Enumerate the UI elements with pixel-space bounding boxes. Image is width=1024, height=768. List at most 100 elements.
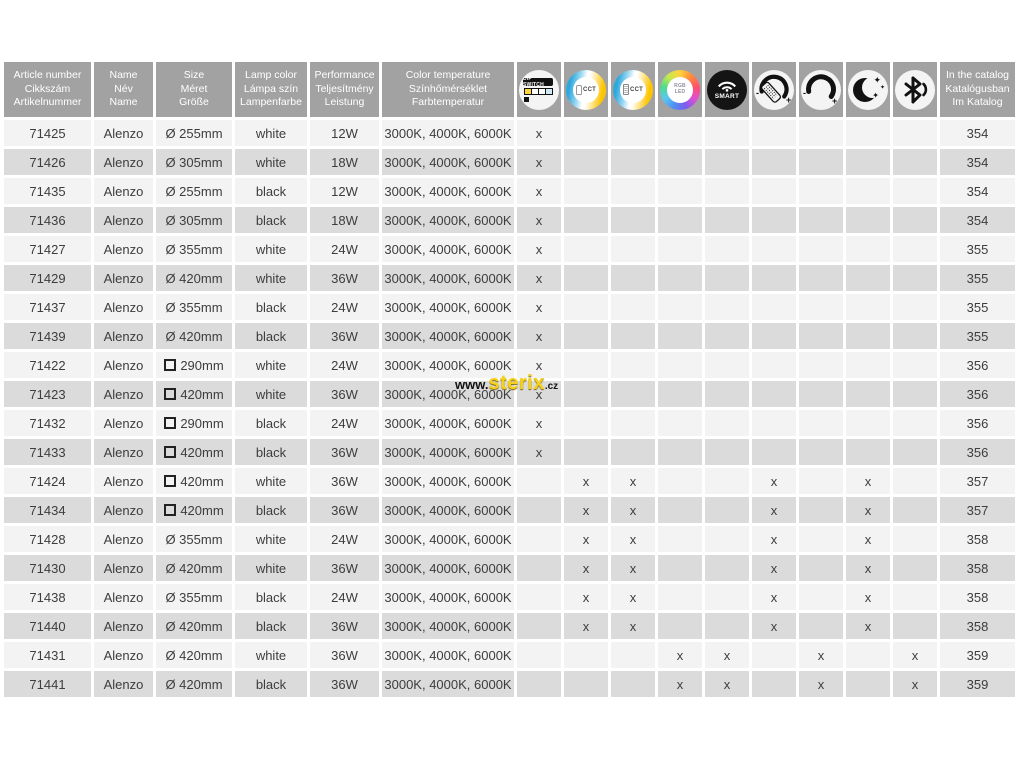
cell-feature-mark: x <box>799 671 843 697</box>
svg-text:+: + <box>832 96 837 106</box>
cell-feature-mark <box>799 120 843 146</box>
cell-lamp-color: black <box>235 497 307 523</box>
cell-feature-mark <box>658 236 702 262</box>
cell-feature-mark <box>658 120 702 146</box>
cell-feature-mark <box>705 497 749 523</box>
col-header-dimmer: - + <box>799 62 843 117</box>
cell-feature-mark <box>658 410 702 436</box>
cell-catalog-page: 354 <box>940 207 1015 233</box>
cell-feature-mark <box>846 265 890 291</box>
cell-feature-mark <box>705 149 749 175</box>
square-shape-icon <box>164 446 176 458</box>
cell-catalog-page: 355 <box>940 236 1015 262</box>
cell-size: Ø 420mm <box>156 642 232 668</box>
cell-feature-mark <box>611 236 655 262</box>
cell-feature-mark <box>799 294 843 320</box>
cell-feature-mark <box>752 671 796 697</box>
svg-text:-: - <box>803 88 806 98</box>
cell-feature-mark: x <box>846 555 890 581</box>
col-header-rgb-led: RGB LED <box>658 62 702 117</box>
cell-performance: 36W <box>310 555 379 581</box>
cell-feature-mark <box>893 439 937 465</box>
cell-article-number: 71430 <box>4 555 91 581</box>
col-header-cct-remote: CCT <box>611 62 655 117</box>
cell-feature-mark <box>658 381 702 407</box>
cell-lamp-color: white <box>235 236 307 262</box>
cell-feature-mark: x <box>893 671 937 697</box>
cell-article-number: 71435 <box>4 178 91 204</box>
cell-performance: 36W <box>310 323 379 349</box>
cct-bulb-icon: CCT <box>566 70 606 110</box>
cell-feature-mark <box>846 352 890 378</box>
cell-color-temperature: 3000K, 4000K, 6000K <box>382 497 514 523</box>
cell-catalog-page: 358 <box>940 555 1015 581</box>
cell-catalog-page: 357 <box>940 468 1015 494</box>
cell-feature-mark <box>752 265 796 291</box>
cell-feature-mark <box>517 671 561 697</box>
cell-lamp-color: white <box>235 265 307 291</box>
bulb-glyph <box>576 85 582 95</box>
cell-feature-mark <box>799 265 843 291</box>
cell-feature-mark: x <box>846 497 890 523</box>
cell-feature-mark <box>846 178 890 204</box>
cell-performance: 24W <box>310 526 379 552</box>
col-header-size: Size Méret Größe <box>156 62 232 117</box>
cell-size: Ø 355mm <box>156 236 232 262</box>
cell-feature-mark <box>846 323 890 349</box>
cell-feature-mark: x <box>799 642 843 668</box>
cell-performance: 36W <box>310 468 379 494</box>
cell-article-number: 71426 <box>4 149 91 175</box>
cell-catalog-page: 354 <box>940 178 1015 204</box>
cell-performance: 18W <box>310 207 379 233</box>
cell-feature-mark <box>517 526 561 552</box>
cell-catalog-page: 355 <box>940 323 1015 349</box>
square-shape-icon <box>164 359 176 371</box>
cell-name: Alenzo <box>94 410 153 436</box>
cell-feature-mark <box>611 410 655 436</box>
cell-feature-mark <box>564 207 608 233</box>
cell-feature-mark <box>799 381 843 407</box>
cell-feature-mark <box>611 294 655 320</box>
cell-feature-mark <box>611 671 655 697</box>
cell-article-number: 71423 <box>4 381 91 407</box>
cell-article-number: 71427 <box>4 236 91 262</box>
cell-color-temperature: 3000K, 4000K, 6000K <box>382 410 514 436</box>
col-header-name: Name Név Name <box>94 62 153 117</box>
cell-feature-mark <box>658 497 702 523</box>
cell-name: Alenzo <box>94 526 153 552</box>
cell-feature-mark <box>658 613 702 639</box>
cell-feature-mark <box>517 584 561 610</box>
cell-feature-mark <box>705 526 749 552</box>
cell-name: Alenzo <box>94 439 153 465</box>
cell-feature-mark <box>705 555 749 581</box>
cell-lamp-color: white <box>235 352 307 378</box>
cell-feature-mark <box>752 178 796 204</box>
cell-feature-mark <box>799 410 843 436</box>
cell-performance: 36W <box>310 439 379 465</box>
cell-color-temperature: 3000K, 4000K, 6000K <box>382 236 514 262</box>
cell-feature-mark <box>893 294 937 320</box>
cell-feature-mark <box>799 178 843 204</box>
cell-catalog-page: 356 <box>940 410 1015 436</box>
cell-feature-mark <box>564 642 608 668</box>
cell-feature-mark <box>799 526 843 552</box>
cell-feature-mark: x <box>846 468 890 494</box>
cell-performance: 24W <box>310 410 379 436</box>
cell-performance: 36W <box>310 642 379 668</box>
bluetooth-icon <box>895 70 935 110</box>
cell-lamp-color: black <box>235 584 307 610</box>
cell-feature-mark: x <box>611 497 655 523</box>
cell-performance: 24W <box>310 584 379 610</box>
cell-name: Alenzo <box>94 207 153 233</box>
square-shape-icon <box>164 417 176 429</box>
cell-feature-mark <box>705 468 749 494</box>
cell-feature-mark <box>611 207 655 233</box>
cell-feature-mark: x <box>846 526 890 552</box>
cell-feature-mark <box>705 294 749 320</box>
col-header-catalog: In the catalog Katalógusban Im Katalog <box>940 62 1015 117</box>
cell-performance: 36W <box>310 671 379 697</box>
cell-size: Ø 420mm <box>156 555 232 581</box>
cell-article-number: 71433 <box>4 439 91 465</box>
cell-feature-mark <box>799 236 843 262</box>
cell-performance: 36W <box>310 265 379 291</box>
